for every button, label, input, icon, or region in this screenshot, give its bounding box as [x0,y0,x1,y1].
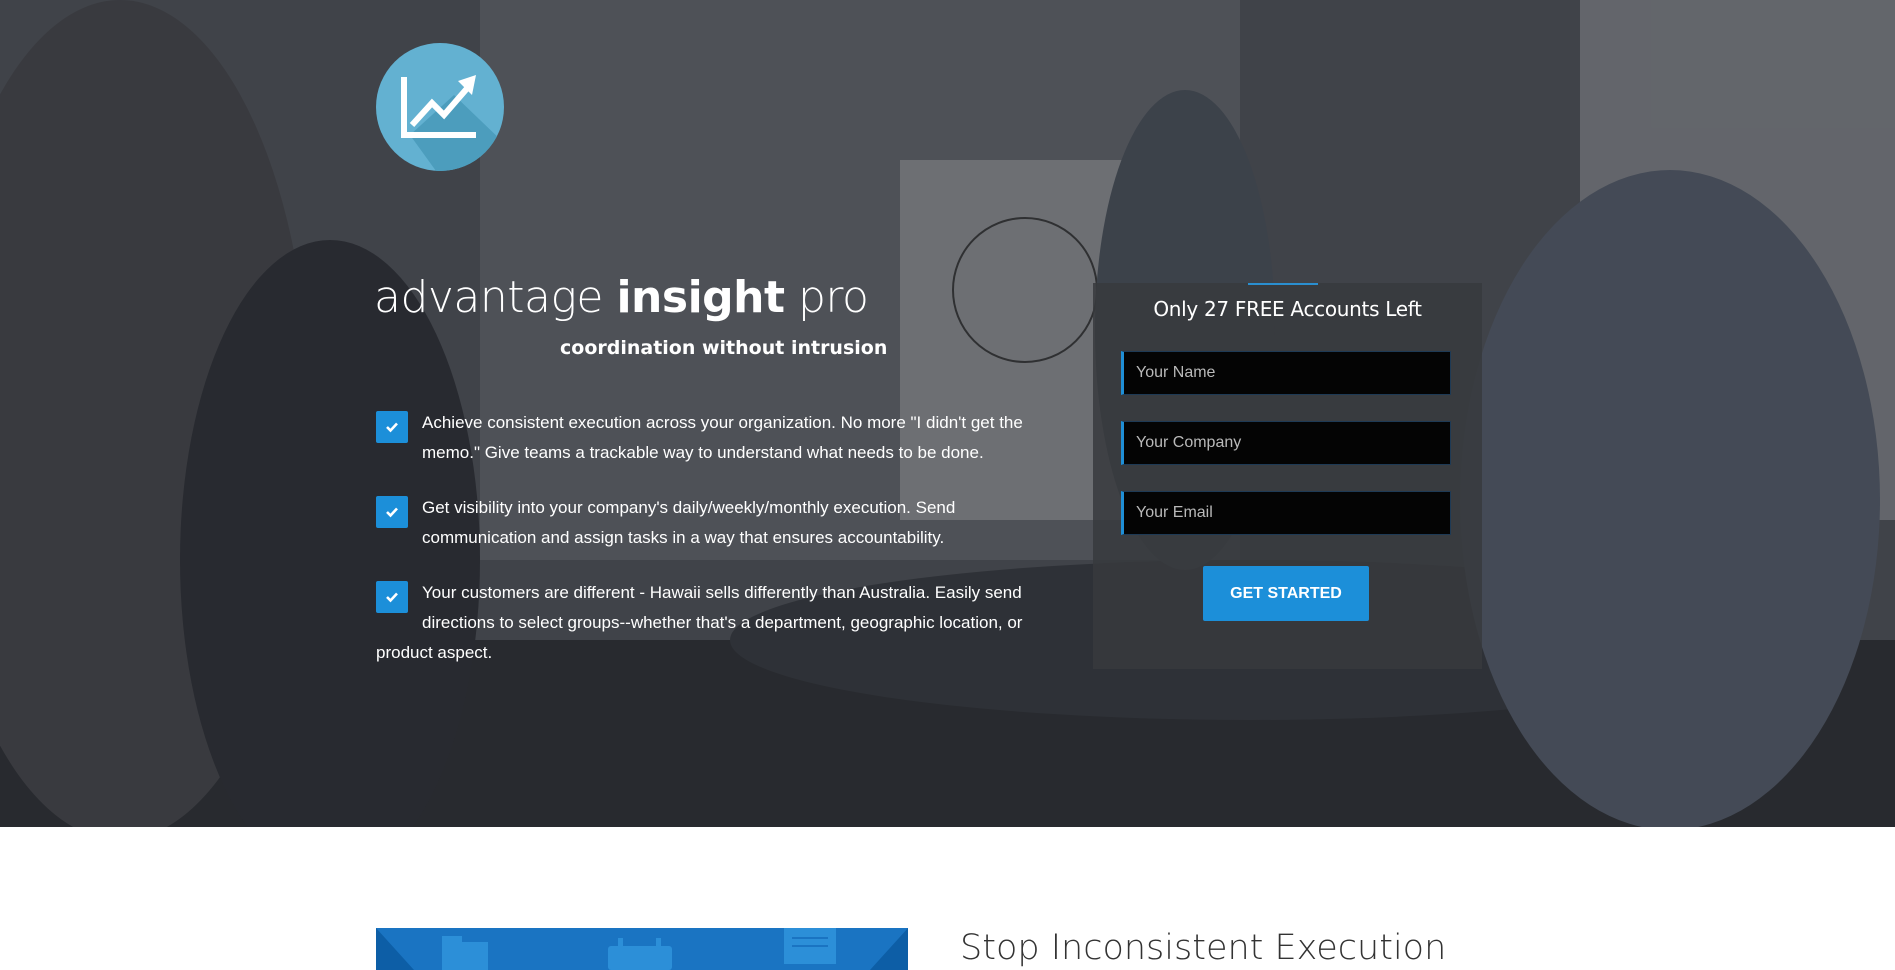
hero-section: advantage insight pro coordination witho… [0,0,1895,827]
brand-title-part1: advantage [374,272,617,323]
brand-title-part3: pro [784,272,869,323]
feature-item: Get visibility into your company's daily… [376,493,1026,553]
feature-item: Achieve consistent execution across your… [376,408,1026,468]
company-input[interactable] [1121,421,1451,465]
section-title: Stop Inconsistent Execution [960,928,1447,968]
line-chart-icon [401,75,504,171]
execution-illustration [376,928,908,970]
form-accent-line [1248,283,1318,285]
tagline: coordination without intrusion [560,337,888,359]
name-input[interactable] [1121,351,1451,395]
get-started-button[interactable]: GET STARTED [1203,566,1369,621]
signup-form: Only 27 FREE Accounts Left GET STARTED [1093,283,1482,669]
signup-title: Only 27 FREE Accounts Left [1153,297,1422,321]
feature-text: Achieve consistent execution across your… [422,413,1023,462]
logo[interactable] [376,43,504,171]
feature-text: Your customers are different - Hawaii se… [376,583,1023,662]
feature-item: Your customers are different - Hawaii se… [376,578,1026,668]
brand-title-bold: insight [616,272,785,323]
checkmark-icon [376,411,408,443]
checkmark-icon [376,496,408,528]
illustration-graphic [376,928,908,970]
brand-title: advantage insight pro [374,272,869,323]
feature-list: Achieve consistent execution across your… [376,408,1026,693]
email-input[interactable] [1121,491,1451,535]
feature-text: Get visibility into your company's daily… [422,498,956,547]
checkmark-icon [376,581,408,613]
